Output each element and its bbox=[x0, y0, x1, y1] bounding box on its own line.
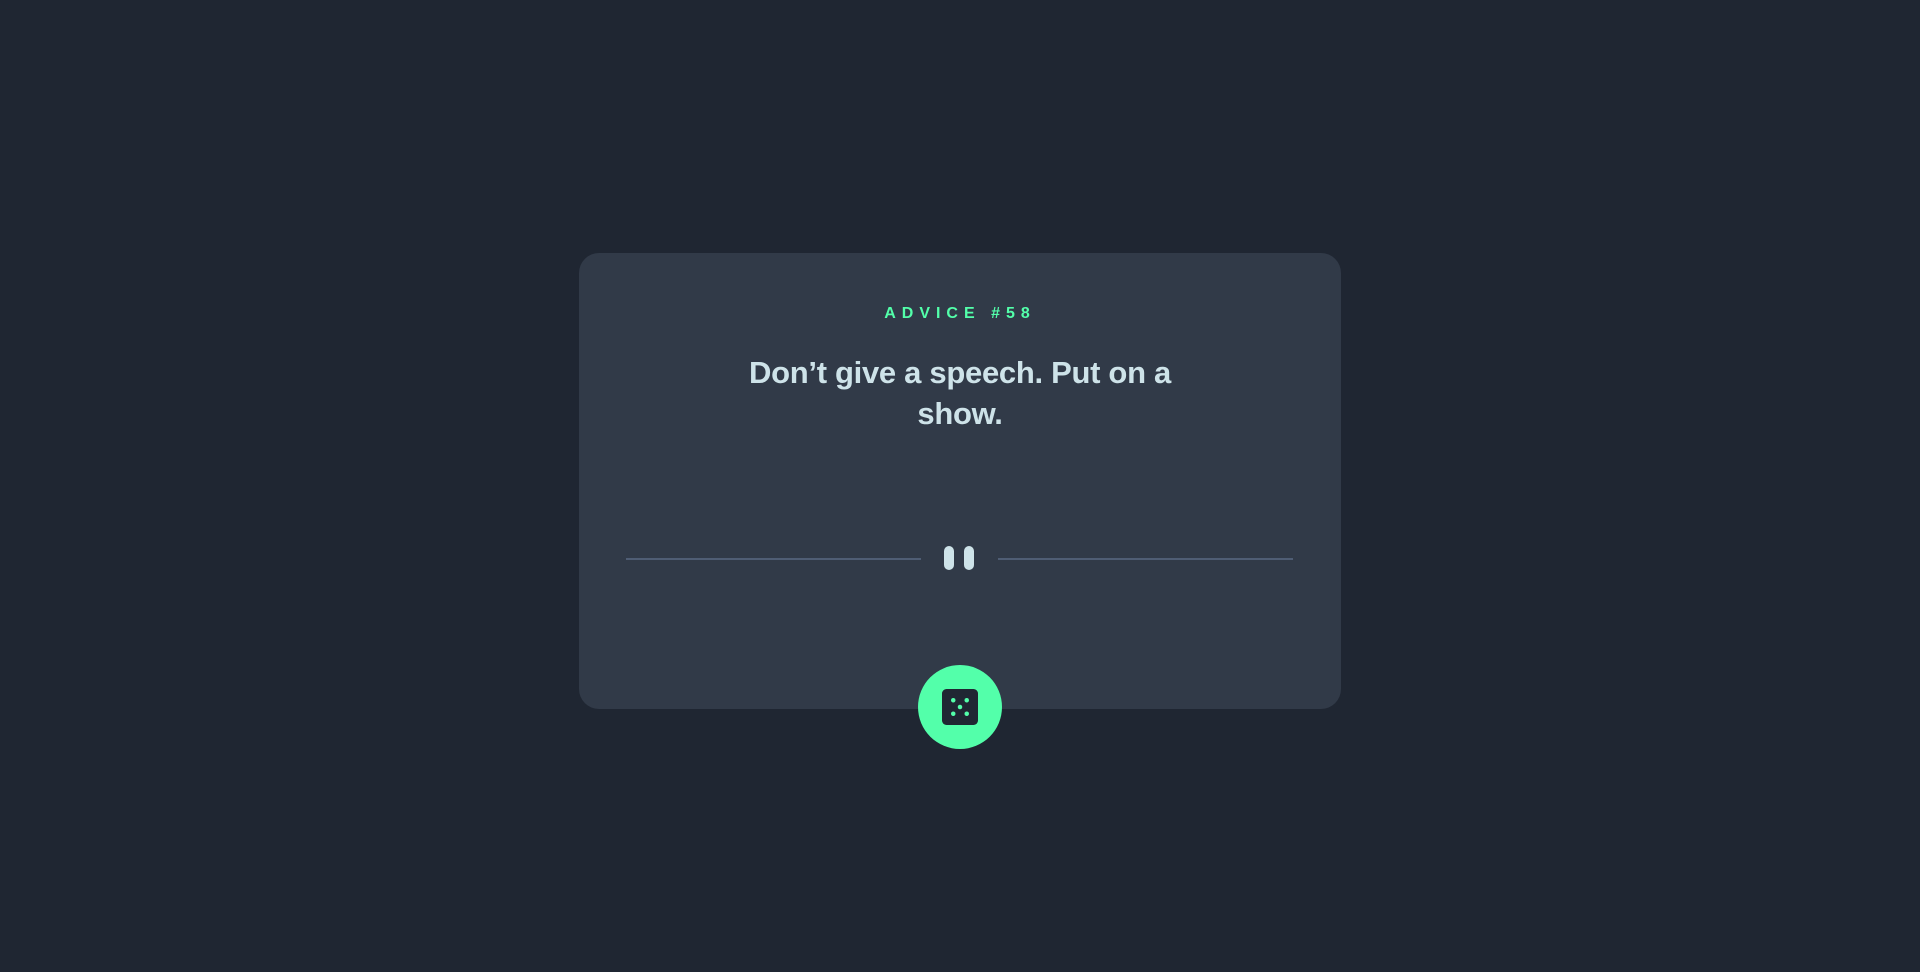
pause-icon bbox=[944, 546, 974, 572]
advice-card: ADVICE #58 Don’t give a speech. Put on a… bbox=[579, 253, 1341, 709]
divider-line-left bbox=[626, 558, 921, 560]
dice-icon bbox=[942, 689, 978, 725]
new-advice-button[interactable] bbox=[918, 665, 1002, 749]
divider bbox=[626, 546, 1293, 572]
advice-id-label: ADVICE #58 bbox=[884, 305, 1036, 322]
divider-line-right bbox=[998, 558, 1293, 560]
advice-quote: Don’t give a speech. Put on a show. bbox=[749, 355, 1171, 431]
